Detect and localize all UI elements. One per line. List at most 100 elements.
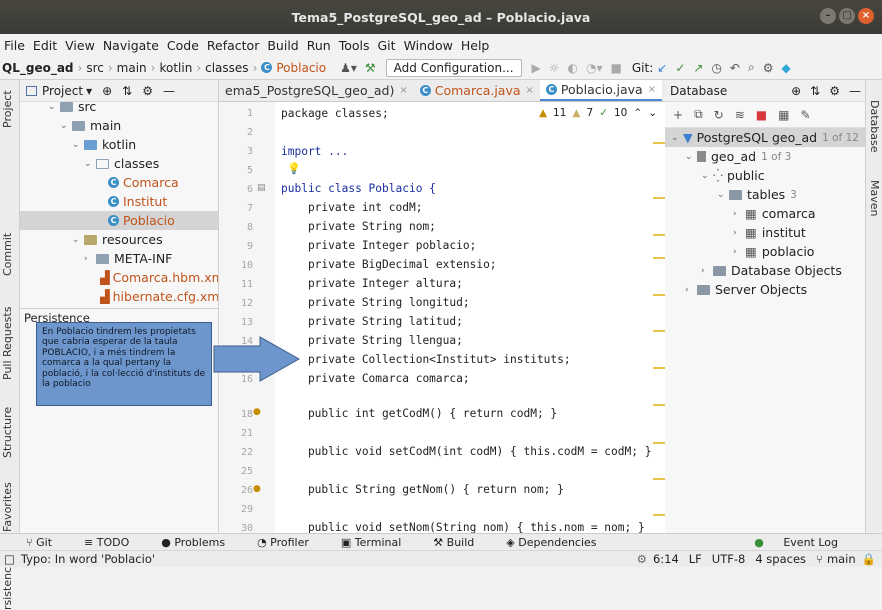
tree-item-resources[interactable]: ⌄ resources bbox=[20, 230, 218, 249]
caret-position[interactable]: 6:14 bbox=[653, 552, 679, 566]
project-tool-tab[interactable]: Project bbox=[1, 90, 14, 128]
close-tab-icon[interactable]: × bbox=[648, 84, 656, 95]
event-log-button[interactable]: ● Event Log bbox=[754, 536, 854, 549]
lock-icon[interactable]: 🔒 bbox=[862, 552, 876, 566]
menu-navigate[interactable]: Navigate bbox=[103, 38, 159, 53]
editor-error-stripe[interactable] bbox=[653, 102, 665, 533]
gear-icon[interactable]: ⚙ bbox=[142, 84, 153, 98]
menu-view[interactable]: View bbox=[65, 38, 95, 53]
breadcrumb-classes[interactable]: classes bbox=[205, 61, 248, 75]
status-toggle-icon[interactable]: □ bbox=[4, 552, 15, 566]
status-message[interactable]: Typo: In word 'Poblacio' bbox=[21, 552, 155, 566]
menu-run[interactable]: Run bbox=[307, 38, 331, 53]
tree-item-hibernate-cfg[interactable]: ▟ hibernate.cfg.xml bbox=[20, 287, 218, 306]
db-tree-item-public[interactable]: ⌄ ⁛ public bbox=[665, 166, 865, 185]
todo-tool-button[interactable]: ≡ TODO bbox=[84, 536, 145, 549]
stop-icon[interactable]: ■ bbox=[756, 108, 767, 122]
chevron-up-icon[interactable]: ⌃ bbox=[633, 107, 642, 119]
settings-icon[interactable]: ⚙ bbox=[763, 61, 774, 75]
menu-file[interactable]: File bbox=[4, 38, 25, 53]
db-tree-item-server-objects[interactable]: › Server Objects bbox=[665, 280, 865, 299]
menu-tools[interactable]: Tools bbox=[339, 38, 370, 53]
maven-tool-tab[interactable]: Maven bbox=[868, 180, 881, 216]
tree-item-src[interactable]: ⌄ src bbox=[20, 97, 218, 116]
file-encoding[interactable]: UTF-8 bbox=[712, 552, 746, 566]
indent-setting[interactable]: 4 spaces bbox=[755, 552, 806, 566]
schema-icon[interactable]: ≋ bbox=[735, 108, 745, 122]
rollback-icon[interactable]: ↶ bbox=[730, 61, 740, 75]
commit-tool-tab[interactable]: Commit bbox=[1, 233, 14, 276]
tree-item-meta-inf[interactable]: › META-INF bbox=[20, 249, 218, 268]
tree-item-comarca-hbm[interactable]: ▟ Comarca.hbm.xm bbox=[20, 268, 218, 287]
tree-item-kotlin[interactable]: ⌄ kotlin bbox=[20, 135, 218, 154]
git-tool-button[interactable]: ⑂ Git bbox=[26, 536, 68, 549]
menu-help[interactable]: Help bbox=[461, 38, 490, 53]
menu-build[interactable]: Build bbox=[267, 38, 298, 53]
code-editor[interactable]: 1 2 3 5 6 7 8 9 10 11 12 13 14 15 16 18 … bbox=[219, 102, 665, 533]
hide-panel-icon[interactable]: — bbox=[163, 84, 175, 98]
table-editor-icon[interactable]: ▦ bbox=[778, 108, 789, 122]
breadcrumb-src[interactable]: src bbox=[86, 61, 104, 75]
profile-icon[interactable]: ◔▾ bbox=[586, 61, 603, 75]
menu-refactor[interactable]: Refactor bbox=[207, 38, 259, 53]
git-push-icon[interactable]: ↗ bbox=[693, 61, 703, 75]
close-tab-icon[interactable]: × bbox=[399, 85, 407, 96]
collapse-all-icon[interactable]: ⇅ bbox=[810, 84, 820, 98]
git-branch[interactable]: main bbox=[827, 552, 856, 566]
build-tool-button[interactable]: ⚒ Build bbox=[433, 536, 490, 549]
db-tree-item-postgresql[interactable]: ⌄ ▼ PostgreSQL geo_ad 1 of 12 bbox=[665, 128, 865, 147]
gear-icon[interactable]: ⚙ bbox=[829, 84, 840, 98]
terminal-tool-button[interactable]: ▣ Terminal bbox=[341, 536, 417, 549]
stop-icon[interactable]: ■ bbox=[611, 61, 622, 75]
favorites-tool-tab[interactable]: Favorites bbox=[1, 482, 14, 532]
git-update-icon[interactable]: ↙ bbox=[657, 61, 667, 75]
db-tree-item-geo-ad[interactable]: ⌄ geo_ad 1 of 3 bbox=[665, 147, 865, 166]
add-configuration-button[interactable]: Add Configuration... bbox=[385, 58, 522, 77]
structure-tool-tab[interactable]: Structure bbox=[1, 407, 14, 458]
tab-project-file[interactable]: ema5_PostgreSQL_geo_ad) × bbox=[219, 80, 414, 101]
maximize-button[interactable]: □ bbox=[839, 8, 855, 24]
chevron-down-icon[interactable]: ▾ bbox=[86, 84, 92, 98]
tab-comarca[interactable]: C Comarca.java × bbox=[414, 80, 540, 101]
copy-icon[interactable]: ⧉ bbox=[694, 107, 703, 122]
profiler-tool-button[interactable]: ◔ Profiler bbox=[257, 536, 325, 549]
close-tab-icon[interactable]: × bbox=[526, 85, 534, 96]
db-tree-item-tables[interactable]: ⌄ tables 3 bbox=[665, 185, 865, 204]
vcs-status-icon[interactable]: ⚙ bbox=[637, 552, 647, 566]
db-tree-item-institut[interactable]: › ▦ institut bbox=[665, 223, 865, 242]
db-tree-item-comarca[interactable]: › ▦ comarca bbox=[665, 204, 865, 223]
refresh-icon[interactable]: ↻ bbox=[714, 108, 724, 122]
override-marker-icon[interactable]: ● bbox=[253, 407, 261, 417]
problems-tool-button[interactable]: ● Problems bbox=[161, 536, 241, 549]
dependencies-tool-button[interactable]: ◈ Dependencies bbox=[506, 536, 612, 549]
locate-icon[interactable]: ⊕ bbox=[102, 84, 112, 98]
add-icon[interactable]: + bbox=[673, 108, 683, 122]
project-view-selector[interactable]: Project bbox=[42, 84, 83, 98]
history-icon[interactable]: ◷ bbox=[711, 61, 721, 75]
breadcrumb-kotlin[interactable]: kotlin bbox=[159, 61, 192, 75]
class-hierarchy-icon[interactable]: ▤ bbox=[257, 183, 266, 193]
db-tree-item-database-objects[interactable]: › Database Objects bbox=[665, 261, 865, 280]
menu-edit[interactable]: Edit bbox=[33, 38, 57, 53]
vcs-user-icon[interactable]: ♟▾ bbox=[340, 61, 357, 75]
pull-requests-tool-tab[interactable]: Pull Requests bbox=[1, 307, 14, 380]
line-separator[interactable]: LF bbox=[689, 552, 702, 566]
lightbulb-icon[interactable]: 💡 bbox=[287, 162, 301, 175]
tree-item-classes[interactable]: ⌄ classes bbox=[20, 154, 218, 173]
menu-git[interactable]: Git bbox=[378, 38, 396, 53]
run-icon[interactable]: ▶ bbox=[532, 61, 541, 75]
menu-window[interactable]: Window bbox=[404, 38, 453, 53]
tree-item-main[interactable]: ⌄ main bbox=[20, 116, 218, 135]
close-button[interactable]: × bbox=[858, 8, 874, 24]
collapse-all-icon[interactable]: ⇅ bbox=[122, 84, 132, 98]
inspection-widget[interactable]: ▲ 11 ▲ 7 ✓ 10 ⌃ ⌄ bbox=[539, 107, 657, 119]
menu-code[interactable]: Code bbox=[167, 38, 199, 53]
breadcrumb-main[interactable]: main bbox=[117, 61, 147, 75]
breadcrumb-poblacio[interactable]: Poblacio bbox=[276, 61, 326, 75]
edit-icon[interactable]: ✎ bbox=[800, 108, 810, 122]
git-commit-icon[interactable]: ✓ bbox=[675, 61, 685, 75]
persistence-tool-tab[interactable]: rsistence bbox=[1, 560, 14, 610]
search-icon[interactable]: ⌕ bbox=[748, 60, 755, 75]
debug-icon[interactable]: ☼ bbox=[549, 61, 560, 75]
tree-item-comarca[interactable]: C Comarca bbox=[20, 173, 218, 192]
